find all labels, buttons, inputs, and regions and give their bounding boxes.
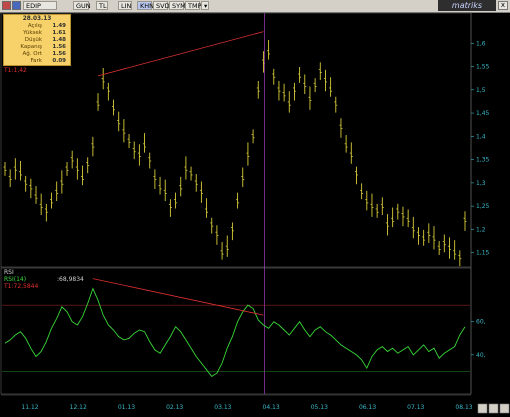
info-value: 1.61 — [52, 30, 66, 36]
info-row-high: Yüksek 1.61 — [6, 30, 68, 36]
x-tick-label: 11.12 — [21, 404, 38, 411]
y-tick-label: 1,6 — [476, 40, 486, 47]
info-value: 1.56 — [52, 44, 66, 50]
info-row-wavg: Ağ. Ort 1.56 — [6, 51, 68, 57]
x-tick-label: 12.12 — [70, 404, 87, 411]
y-tick-label: 1,25 — [476, 203, 490, 210]
price-trend-label: T1:1,42 — [4, 67, 27, 74]
x-tick-label: 08.13 — [455, 404, 472, 411]
x-tick-label: 05.13 — [311, 404, 328, 411]
y-tick-label: 1,15 — [476, 250, 490, 257]
y-tick-label: 1,55 — [476, 64, 490, 71]
info-value: 0.09 — [52, 58, 66, 64]
chart-canvas[interactable]: 1,6 1,55 1,5 1,45 1,4 1,35 1,3 1,25 1,2 1,15 60, 40… — [0, 0, 510, 417]
x-tick-label: 07.13 — [407, 404, 424, 411]
y-tick-label: 60, — [476, 319, 486, 326]
rsi-panel-frame — [0, 267, 472, 395]
info-label: Kapanış — [20, 44, 42, 50]
info-row-open: Açılış 1.49 — [6, 23, 68, 29]
info-date: 28.03.13 — [22, 16, 52, 22]
chart-window: EDIP GUN TL LIN KHN SVD SYM TMP ▾ matrik… — [0, 0, 510, 417]
y-tick-label: 1,4 — [476, 133, 486, 140]
info-value: 1.48 — [52, 37, 66, 43]
rsi-title: RSI — [4, 269, 14, 276]
scroll-left-button[interactable] — [477, 403, 488, 414]
price-trend-line — [97, 31, 264, 77]
x-tick-label: 03.13 — [214, 404, 231, 411]
rsi-value: :68,9834 — [57, 276, 84, 283]
info-value: 1.56 — [52, 51, 66, 57]
info-label: Ağ. Ort — [22, 51, 43, 57]
rsi-trend-label: T1:72,5844 — [4, 283, 39, 290]
info-label: Düşük — [24, 37, 42, 43]
y-tick-label: 40, — [476, 352, 486, 359]
info-row-close: Kapanış 1.56 — [6, 44, 68, 50]
y-tick-label: 1,3 — [476, 180, 486, 187]
info-label: Açılış — [27, 23, 42, 29]
info-label: Yüksek — [23, 30, 42, 36]
zoom-button[interactable] — [499, 403, 510, 414]
scroll-right-button[interactable] — [488, 403, 499, 414]
y-tick-label: 1,35 — [476, 157, 490, 164]
info-label: Fark — [30, 58, 42, 64]
price-panel-frame — [0, 12, 472, 268]
info-row-change: Fark 0.09 — [6, 58, 68, 64]
rsi-trend-line — [92, 278, 264, 316]
x-tick-label: 04.13 — [263, 404, 280, 411]
rsi-series-line — [4, 287, 466, 377]
info-row-low: Düşük 1.48 — [6, 37, 68, 43]
x-tick-label: 02.13 — [166, 404, 183, 411]
ohlc-info-box: 28.03.13 Açılış 1.49 Yüksek 1.61 Düşük 1.48… — [3, 14, 71, 66]
x-tick-label: 01.13 — [118, 404, 135, 411]
y-tick-label: 1,45 — [476, 110, 490, 117]
info-value: 1.49 — [52, 23, 66, 29]
x-tick-label: 06.13 — [359, 404, 376, 411]
y-tick-label: 1,2 — [476, 226, 486, 233]
rsi-value-label: RSI(14) — [4, 276, 27, 283]
y-tick-label: 1,5 — [476, 87, 486, 94]
